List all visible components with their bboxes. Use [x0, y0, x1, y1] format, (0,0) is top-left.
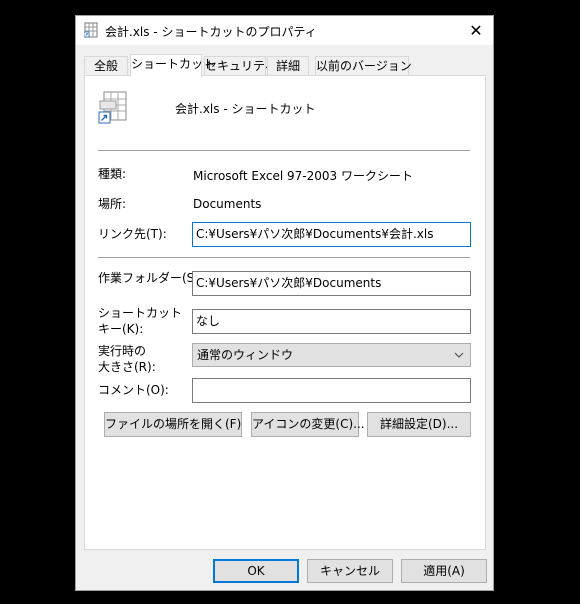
close-button[interactable]: ✕ — [459, 16, 493, 45]
shortcut-key-input[interactable]: なし — [192, 309, 471, 334]
type-label: 種類: — [98, 167, 127, 181]
excel-shortcut-icon — [84, 22, 98, 38]
excel-shortcut-icon — [98, 91, 127, 124]
shortcut-key-label: ショートカット キー(K): — [98, 306, 183, 336]
tab-details[interactable]: 詳細 — [267, 56, 309, 76]
location-value: Documents — [193, 197, 262, 211]
tab-shortcut[interactable]: ショートカット — [130, 54, 215, 77]
comment-label: コメント(O): — [98, 383, 169, 397]
chevron-down-icon — [454, 344, 464, 374]
cancel-button[interactable]: キャンセル — [307, 559, 393, 583]
window-title: 会計.xls - ショートカットのプロパティ — [105, 25, 317, 39]
shortcut-file-name: 会計.xls - ショートカット — [175, 102, 316, 116]
type-value: Microsoft Excel 97-2003 ワークシート — [193, 169, 413, 183]
title-bar: 会計.xls - ショートカットのプロパティ ✕ — [76, 16, 493, 45]
run-select[interactable]: 通常のウィンドウ — [192, 343, 471, 367]
tab-general[interactable]: 全般 — [84, 56, 128, 76]
comment-input[interactable] — [192, 378, 471, 403]
separator — [98, 150, 470, 151]
change-icon-button[interactable]: アイコンの変更(C)... — [251, 412, 365, 437]
open-file-location-button[interactable]: ファイルの場所を開く(F) — [104, 412, 242, 437]
target-input[interactable]: C:¥Users¥パソ次郎¥Documents¥会計.xls — [192, 222, 471, 247]
apply-button[interactable]: 適用(A) — [401, 559, 487, 583]
ok-button[interactable]: OK — [213, 559, 299, 583]
run-select-value: 通常のウィンドウ — [197, 348, 294, 362]
start-in-label: 作業フォルダー(S): — [98, 271, 204, 285]
shortcut-panel: 会計.xls - ショートカット 種類: Microsoft Excel 97-… — [84, 75, 486, 550]
tab-previous-versions[interactable]: 以前のバージョン — [315, 56, 412, 76]
run-label: 実行時の 大きさ(R): — [98, 344, 156, 374]
location-label: 場所: — [98, 197, 127, 211]
advanced-button[interactable]: 詳細設定(D)... — [367, 412, 471, 437]
start-in-input[interactable]: C:¥Users¥パソ次郎¥Documents — [192, 271, 471, 296]
target-label: リンク先(T): — [98, 227, 167, 241]
properties-dialog: 会計.xls - ショートカットのプロパティ ✕ 全般 ショートカット セキュリ… — [75, 15, 494, 591]
close-icon: ✕ — [469, 21, 483, 40]
separator — [98, 257, 470, 258]
